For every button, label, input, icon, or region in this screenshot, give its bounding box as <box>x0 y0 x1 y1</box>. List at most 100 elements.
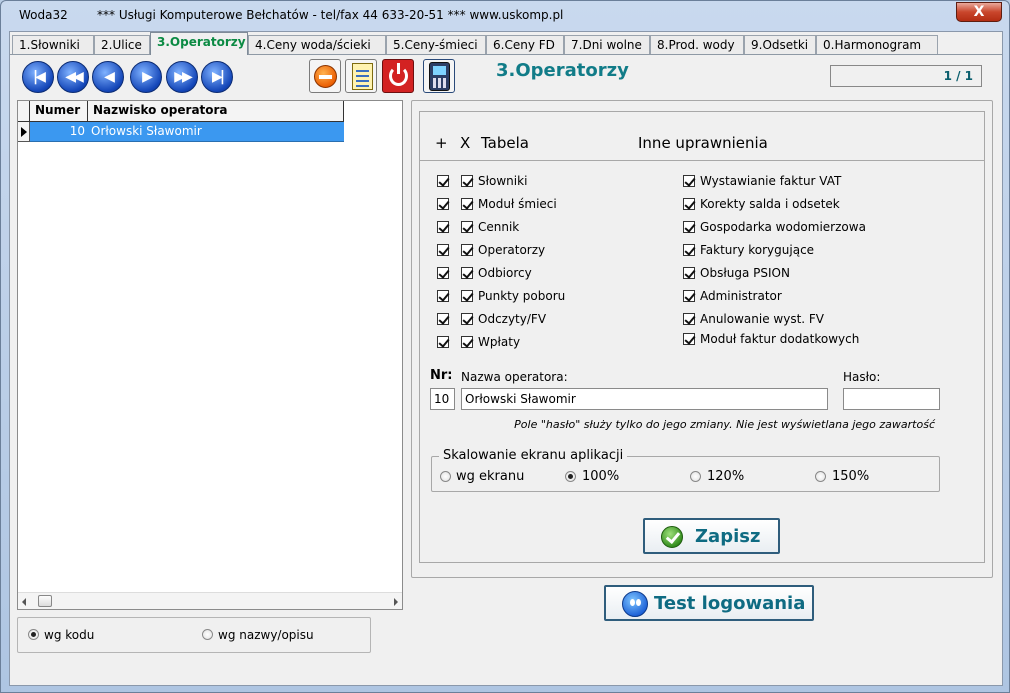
previous-page-icon: ◀◀ <box>65 69 83 85</box>
sort-by-code-label[interactable]: wg kodu <box>44 628 94 642</box>
window-title: *** Usługi Komputerowe Bełchatów - tel/f… <box>97 8 564 22</box>
tab-strip: 1.Słowniki 2.Ulice 3.Operatorzy 4.Ceny w… <box>10 32 1002 55</box>
operators-grid[interactable]: Numer Nazwisko operatora 10 Orłowski Sła… <box>17 100 403 610</box>
next-page-button[interactable]: ▶▶ <box>166 61 198 93</box>
save-button-label: Zapisz <box>695 526 761 547</box>
perm-faktury-dodatkowe[interactable] <box>683 333 695 345</box>
first-record-icon: |◀ <box>33 69 46 85</box>
perm-label-odbiorcy: Odbiorcy <box>478 266 532 280</box>
perm-label-anulowanie-fv: Anulowanie wyst. FV <box>700 312 825 326</box>
title-bar[interactable]: Woda32 *** Usługi Komputerowe Bełchatów … <box>1 1 1009 29</box>
perm-delete-operatorzy[interactable] <box>461 244 473 256</box>
tab-slowniki[interactable]: 1.Słowniki <box>12 35 94 55</box>
sort-group: wg kodu wg nazwy/opisu <box>17 617 371 653</box>
delete-button[interactable] <box>309 59 341 93</box>
tab-ceny-smieci[interactable]: 5.Ceny-śmieci <box>386 35 486 55</box>
scroll-right-icon[interactable] <box>394 598 398 606</box>
sort-by-name-label[interactable]: wg nazwy/opisu <box>218 628 314 642</box>
close-button[interactable]: X <box>956 2 1002 22</box>
column-header-numer[interactable]: Numer <box>30 101 88 122</box>
perm-add-slowniki[interactable] <box>437 175 449 187</box>
perm-obsluga-psion[interactable] <box>683 267 695 279</box>
cell-nazwisko[interactable]: Orłowski Sławomir <box>88 122 344 142</box>
perm-label-gospodarka-wodomierzowa: Gospodarka wodomierzowa <box>700 220 866 234</box>
first-record-button[interactable]: |◀ <box>22 61 54 93</box>
save-button[interactable]: Zapisz <box>643 518 780 554</box>
perm-add-operatorzy[interactable] <box>437 244 449 256</box>
perm-administrator[interactable] <box>683 290 695 302</box>
scale-120-radio[interactable] <box>690 471 701 482</box>
perm-faktury-vat[interactable] <box>683 175 695 187</box>
nr-label: Nr: <box>430 368 453 383</box>
perm-gospodarka-wodomierzowa[interactable] <box>683 221 695 233</box>
tab-harmonogram[interactable]: 0.Harmonogram <box>816 35 938 55</box>
perm-add-wplaty[interactable] <box>437 336 449 348</box>
perm-add-punkty-poboru[interactable] <box>437 290 449 302</box>
close-icon: X <box>973 4 985 20</box>
scroll-left-icon[interactable] <box>22 598 26 606</box>
scale-100-radio[interactable] <box>565 471 576 482</box>
header-delete: X <box>460 134 471 152</box>
perm-delete-modul-smieci[interactable] <box>461 198 473 210</box>
perm-delete-punkty-poboru[interactable] <box>461 290 473 302</box>
client-area: 1.Słowniki 2.Ulice 3.Operatorzy 4.Ceny w… <box>9 31 1003 686</box>
column-header-nazwisko[interactable]: Nazwisko operatora <box>88 101 344 122</box>
perm-anulowanie-fv[interactable] <box>683 313 695 325</box>
tab-ceny-woda-scieki[interactable]: 4.Ceny woda/ścieki <box>248 35 386 55</box>
next-record-icon: ▶ <box>142 69 153 85</box>
scale-150-label[interactable]: 150% <box>832 469 869 484</box>
perm-korekty-salda[interactable] <box>683 198 695 210</box>
psion-button[interactable] <box>423 59 455 93</box>
perm-delete-odbiorcy[interactable] <box>461 267 473 279</box>
scale-150-radio[interactable] <box>815 471 826 482</box>
record-counter: 1 / 1 <box>830 65 982 87</box>
tab-dni-wolne[interactable]: 7.Dni wolne <box>564 35 650 55</box>
table-row[interactable]: 10 Orłowski Sławomir <box>18 122 404 142</box>
scale-100-label[interactable]: 100% <box>582 469 619 484</box>
nr-field[interactable]: 10 <box>430 388 455 410</box>
perm-add-modul-smieci[interactable] <box>437 198 449 210</box>
test-login-button[interactable]: Test logowania <box>604 585 814 621</box>
perm-faktury-korygujace[interactable] <box>683 244 695 256</box>
perm-delete-odczyty[interactable] <box>461 313 473 325</box>
tab-odsetki[interactable]: 9.Odsetki <box>744 35 816 55</box>
previous-record-button[interactable]: ◀ <box>92 61 124 93</box>
password-field[interactable] <box>843 388 940 410</box>
perm-add-cennik[interactable] <box>437 221 449 233</box>
previous-record-icon: ◀ <box>104 69 115 85</box>
scale-screen-label[interactable]: wg ekranu <box>456 469 524 484</box>
scroll-thumb[interactable] <box>38 595 52 607</box>
horizontal-scrollbar[interactable] <box>18 592 402 609</box>
tab-ulice[interactable]: 2.Ulice <box>94 35 150 55</box>
scale-screen-radio[interactable] <box>440 471 451 482</box>
operator-name-label: Nazwa operatora: <box>461 370 568 384</box>
scale-120-label[interactable]: 120% <box>707 469 744 484</box>
perm-delete-cennik[interactable] <box>461 221 473 233</box>
perm-delete-wplaty[interactable] <box>461 336 473 348</box>
operator-name-field[interactable]: Orłowski Sławomir <box>461 388 828 410</box>
next-record-button[interactable]: ▶ <box>130 61 162 93</box>
last-record-button[interactable]: ▶| <box>201 61 233 93</box>
notes-icon <box>352 63 373 90</box>
sort-by-code-radio[interactable] <box>28 629 39 640</box>
tab-operatorzy[interactable]: 3.Operatorzy <box>150 32 248 55</box>
tab-prod-wody[interactable]: 8.Prod. wody <box>650 35 744 55</box>
perm-label-korekty-salda: Korekty salda i odsetek <box>700 197 840 211</box>
perm-label-odczyty: Odczyty/FV <box>478 312 547 326</box>
perm-add-odczyty[interactable] <box>437 313 449 325</box>
perm-add-odbiorcy[interactable] <box>437 267 449 279</box>
sort-by-name-radio[interactable] <box>202 629 213 640</box>
perm-delete-slowniki[interactable] <box>461 175 473 187</box>
last-record-icon: ▶| <box>212 69 225 85</box>
row-indicator-icon <box>18 122 30 142</box>
exit-button[interactable] <box>382 59 414 93</box>
delete-icon <box>314 65 337 88</box>
cell-numer[interactable]: 10 <box>30 122 88 142</box>
header-other-permissions: Inne uprawnienia <box>638 134 768 152</box>
psion-device-icon <box>429 62 450 91</box>
tab-ceny-fd[interactable]: 6.Ceny FD <box>486 35 564 55</box>
previous-page-button[interactable]: ◀◀ <box>57 61 89 93</box>
perm-label-faktury-korygujace: Faktury korygujące <box>700 243 815 257</box>
notes-button[interactable] <box>345 59 377 93</box>
page-title: 3.Operatorzy <box>496 60 629 81</box>
